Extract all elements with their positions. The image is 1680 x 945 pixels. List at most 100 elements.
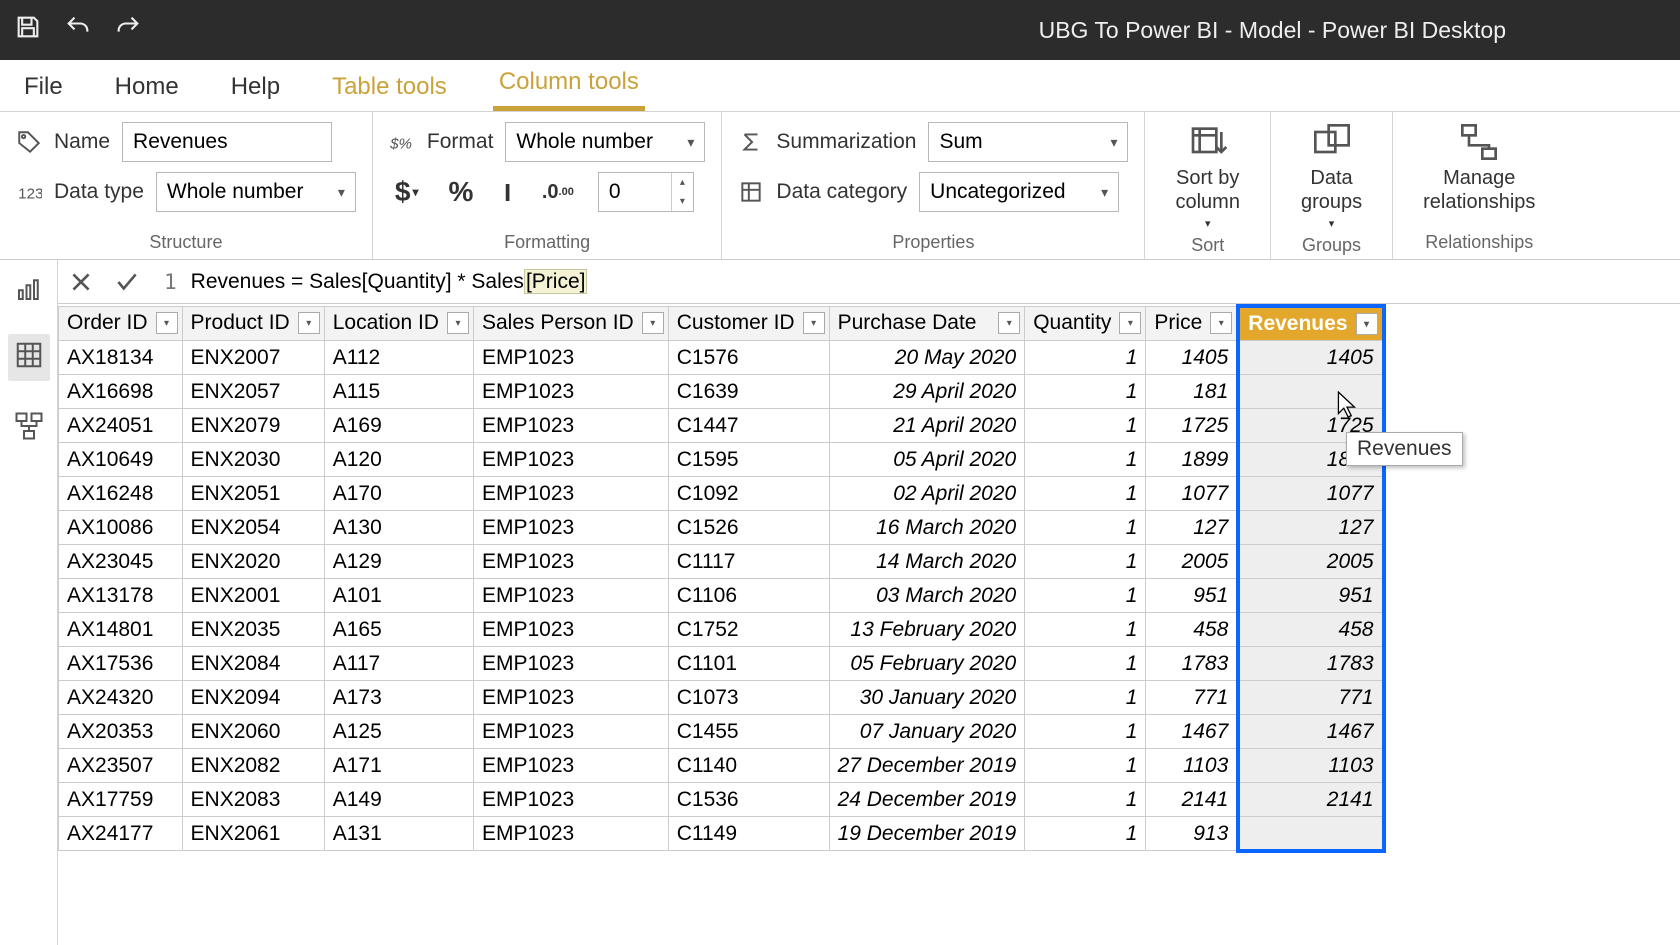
table-cell[interactable]: ENX2082 — [182, 749, 324, 783]
tab-table-tools[interactable]: Table tools — [326, 63, 453, 111]
column-filter-icon[interactable]: ▾ — [298, 312, 320, 334]
currency-button[interactable]: $▾ — [389, 174, 425, 210]
table-cell[interactable]: AX23507 — [59, 749, 183, 783]
table-cell[interactable]: AX14801 — [59, 613, 183, 647]
spinner-up[interactable]: ▴ — [672, 173, 693, 192]
table-cell[interactable]: 1 — [1025, 545, 1146, 579]
table-cell[interactable]: AX18134 — [59, 341, 183, 375]
table-cell[interactable]: 1899 — [1146, 443, 1238, 477]
column-filter-icon[interactable]: ▾ — [642, 312, 664, 334]
table-cell[interactable]: C1140 — [668, 749, 829, 783]
table-cell[interactable]: A120 — [324, 443, 473, 477]
column-filter-icon[interactable]: ▾ — [998, 312, 1020, 334]
table-cell[interactable]: ENX2007 — [182, 341, 324, 375]
table-cell[interactable]: ENX2094 — [182, 681, 324, 715]
table-cell[interactable]: 1 — [1025, 681, 1146, 715]
datatype-select[interactable]: Whole number ▾ — [156, 172, 356, 212]
table-cell[interactable]: 771 — [1146, 681, 1238, 715]
table-cell[interactable]: EMP1023 — [473, 409, 668, 443]
table-cell[interactable]: ENX2051 — [182, 477, 324, 511]
table-cell[interactable]: A130 — [324, 511, 473, 545]
table-cell[interactable]: EMP1023 — [473, 749, 668, 783]
table-cell[interactable]: 2141 — [1146, 783, 1238, 817]
table-cell[interactable]: 1 — [1025, 783, 1146, 817]
column-header[interactable]: Sales Person ID▾ — [473, 306, 668, 341]
table-cell[interactable]: 1 — [1025, 817, 1146, 851]
table-cell[interactable]: AX16248 — [59, 477, 183, 511]
table-cell[interactable]: 771 — [1238, 681, 1383, 715]
column-filter-icon[interactable]: ▾ — [1356, 313, 1378, 335]
table-cell[interactable]: C1455 — [668, 715, 829, 749]
table-cell[interactable]: C1117 — [668, 545, 829, 579]
table-cell[interactable]: 1 — [1025, 647, 1146, 681]
table-cell[interactable] — [1238, 375, 1383, 409]
table-cell[interactable]: EMP1023 — [473, 545, 668, 579]
column-filter-icon[interactable]: ▾ — [156, 312, 178, 334]
table-cell[interactable]: 1 — [1025, 375, 1146, 409]
spinner-down[interactable]: ▾ — [672, 192, 693, 211]
table-cell[interactable]: C1101 — [668, 647, 829, 681]
table-cell[interactable]: 458 — [1238, 613, 1383, 647]
table-cell[interactable]: 1077 — [1238, 477, 1383, 511]
column-header[interactable]: Product ID▾ — [182, 306, 324, 341]
table-cell[interactable]: 05 April 2020 — [829, 443, 1025, 477]
table-cell[interactable]: 1 — [1025, 341, 1146, 375]
table-cell[interactable]: 07 January 2020 — [829, 715, 1025, 749]
sort-by-column-button[interactable]: Sort by column ▾ — [1161, 122, 1253, 231]
table-cell[interactable]: C1447 — [668, 409, 829, 443]
table-cell[interactable]: A117 — [324, 647, 473, 681]
table-cell[interactable]: C1149 — [668, 817, 829, 851]
table-cell[interactable]: ENX2054 — [182, 511, 324, 545]
table-cell[interactable]: 1 — [1025, 579, 1146, 613]
table-cell[interactable]: 1103 — [1146, 749, 1238, 783]
table-cell[interactable]: 24 December 2019 — [829, 783, 1025, 817]
table-cell[interactable]: 951 — [1238, 579, 1383, 613]
undo-icon[interactable] — [64, 13, 92, 47]
table-cell[interactable]: C1536 — [668, 783, 829, 817]
table-cell[interactable]: 03 March 2020 — [829, 579, 1025, 613]
table-cell[interactable]: A149 — [324, 783, 473, 817]
table-cell[interactable]: A112 — [324, 341, 473, 375]
table-cell[interactable]: 1725 — [1146, 409, 1238, 443]
table-cell[interactable]: 458 — [1146, 613, 1238, 647]
column-header[interactable]: Revenues▾ — [1238, 306, 1383, 341]
table-cell[interactable]: 127 — [1238, 511, 1383, 545]
table-cell[interactable]: 1 — [1025, 443, 1146, 477]
table-cell[interactable]: EMP1023 — [473, 477, 668, 511]
table-cell[interactable]: 1 — [1025, 511, 1146, 545]
table-cell[interactable]: ENX2084 — [182, 647, 324, 681]
table-cell[interactable]: AX10086 — [59, 511, 183, 545]
column-header[interactable]: Price▾ — [1146, 306, 1238, 341]
table-cell[interactable]: 02 April 2020 — [829, 477, 1025, 511]
column-header[interactable]: Location ID▾ — [324, 306, 473, 341]
table-cell[interactable]: EMP1023 — [473, 375, 668, 409]
table-cell[interactable]: ENX2030 — [182, 443, 324, 477]
column-filter-icon[interactable]: ▾ — [1210, 312, 1232, 334]
table-cell[interactable]: 127 — [1146, 511, 1238, 545]
table-cell[interactable]: 1405 — [1146, 341, 1238, 375]
data-category-select[interactable]: Uncategorized ▾ — [919, 172, 1119, 212]
table-cell[interactable]: 181 — [1146, 375, 1238, 409]
tab-help[interactable]: Help — [225, 63, 286, 111]
redo-icon[interactable] — [114, 13, 142, 47]
column-header[interactable]: Order ID▾ — [59, 306, 183, 341]
table-cell[interactable]: AX24177 — [59, 817, 183, 851]
table-cell[interactable]: EMP1023 — [473, 341, 668, 375]
table-cell[interactable]: 1467 — [1146, 715, 1238, 749]
table-cell[interactable]: 2141 — [1238, 783, 1383, 817]
table-cell[interactable]: ENX2060 — [182, 715, 324, 749]
table-cell[interactable]: AX24051 — [59, 409, 183, 443]
table-cell[interactable]: 1783 — [1146, 647, 1238, 681]
table-cell[interactable]: ENX2083 — [182, 783, 324, 817]
table-cell[interactable]: 14 March 2020 — [829, 545, 1025, 579]
table-cell[interactable]: 1 — [1025, 749, 1146, 783]
table-cell[interactable]: 05 February 2020 — [829, 647, 1025, 681]
table-cell[interactable]: A131 — [324, 817, 473, 851]
column-filter-icon[interactable]: ▾ — [803, 312, 825, 334]
format-select[interactable]: Whole number ▾ — [505, 122, 705, 162]
model-view-icon[interactable] — [14, 411, 44, 441]
table-cell[interactable]: EMP1023 — [473, 613, 668, 647]
commit-formula-button[interactable] — [104, 260, 150, 303]
table-cell[interactable]: A171 — [324, 749, 473, 783]
table-cell[interactable]: 2005 — [1238, 545, 1383, 579]
